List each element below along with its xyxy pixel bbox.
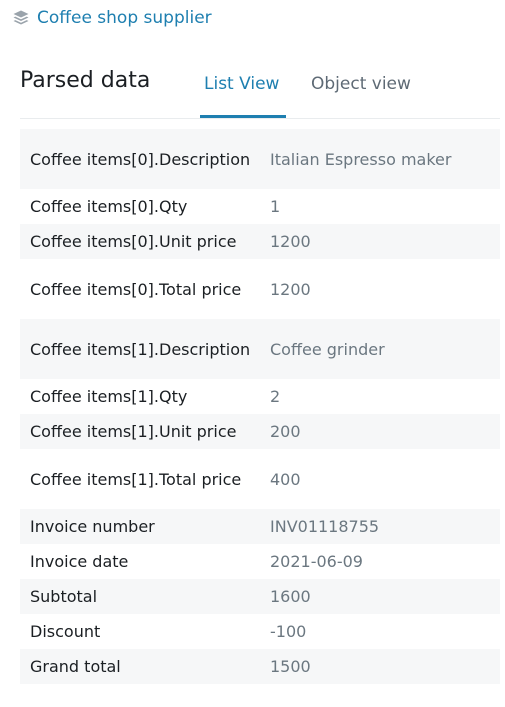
field-key: Invoice number: [30, 517, 155, 536]
list-item: Coffee items[0].Total price 1200: [20, 259, 500, 319]
list-item: Coffee items[0].Unit price 1200: [20, 224, 500, 259]
field-value: 1: [270, 197, 281, 216]
supplier-link[interactable]: Coffee shop supplier: [37, 8, 212, 28]
field-value: INV01118755: [270, 517, 380, 536]
list-item: Coffee items[1].Total price 400: [20, 449, 500, 509]
list-item: Invoice date 2021-06-09: [20, 544, 500, 579]
field-value: 1500: [270, 657, 311, 676]
list-item: Grand total 1500: [20, 649, 500, 684]
tab-list-view[interactable]: List View: [204, 74, 286, 118]
field-key: Coffee items[1].Qty: [30, 387, 188, 406]
field-value: 1200: [270, 232, 311, 251]
field-value: 1200: [270, 279, 311, 299]
field-key: Discount: [30, 622, 101, 641]
field-key: Coffee items[1].Total price: [30, 469, 242, 489]
field-key: Coffee items[0].Description: [30, 149, 251, 169]
list-item: Coffee items[1].Qty 2: [20, 379, 500, 414]
field-value: 200: [270, 422, 301, 441]
field-key: Coffee items[1].Description: [30, 339, 251, 359]
list-item: Invoice number INV01118755: [20, 509, 500, 544]
list-item: Subtotal 1600: [20, 579, 500, 614]
field-value: 2021-06-09: [270, 552, 363, 571]
list-item: Coffee items[1].Unit price 200: [20, 414, 500, 449]
breadcrumb: Coffee shop supplier: [12, 8, 212, 28]
field-value: -100: [270, 622, 307, 641]
field-key: Subtotal: [30, 587, 98, 606]
panel-header: Parsed data List View Object view: [20, 66, 500, 119]
layers-icon: [13, 10, 29, 25]
field-key: Coffee items[0].Unit price: [30, 232, 237, 251]
field-key: Coffee items[0].Total price: [30, 279, 242, 299]
parsed-data-page: Coffee shop supplier Parsed data List Vi…: [0, 0, 505, 707]
parsed-data-list: Coffee items[0].Description Italian Espr…: [20, 129, 500, 684]
field-value: Italian Espresso maker: [270, 149, 452, 169]
list-item: Coffee items[0].Qty 1: [20, 189, 500, 224]
list-item: Discount -100: [20, 614, 500, 649]
field-value: Coffee grinder: [270, 339, 385, 359]
page-title: Parsed data: [20, 68, 151, 93]
tab-object-view[interactable]: Object view: [311, 74, 421, 118]
active-tab-indicator: [200, 115, 286, 118]
field-value: 2: [270, 387, 281, 406]
field-value: 1600: [270, 587, 311, 606]
field-value: 400: [270, 469, 301, 489]
field-key: Invoice date: [30, 552, 129, 571]
field-key: Coffee items[0].Qty: [30, 197, 188, 216]
field-key: Coffee items[1].Unit price: [30, 422, 237, 441]
field-key: Grand total: [30, 657, 121, 676]
list-item: Coffee items[1].Description Coffee grind…: [20, 319, 500, 379]
list-item: Coffee items[0].Description Italian Espr…: [20, 129, 500, 189]
